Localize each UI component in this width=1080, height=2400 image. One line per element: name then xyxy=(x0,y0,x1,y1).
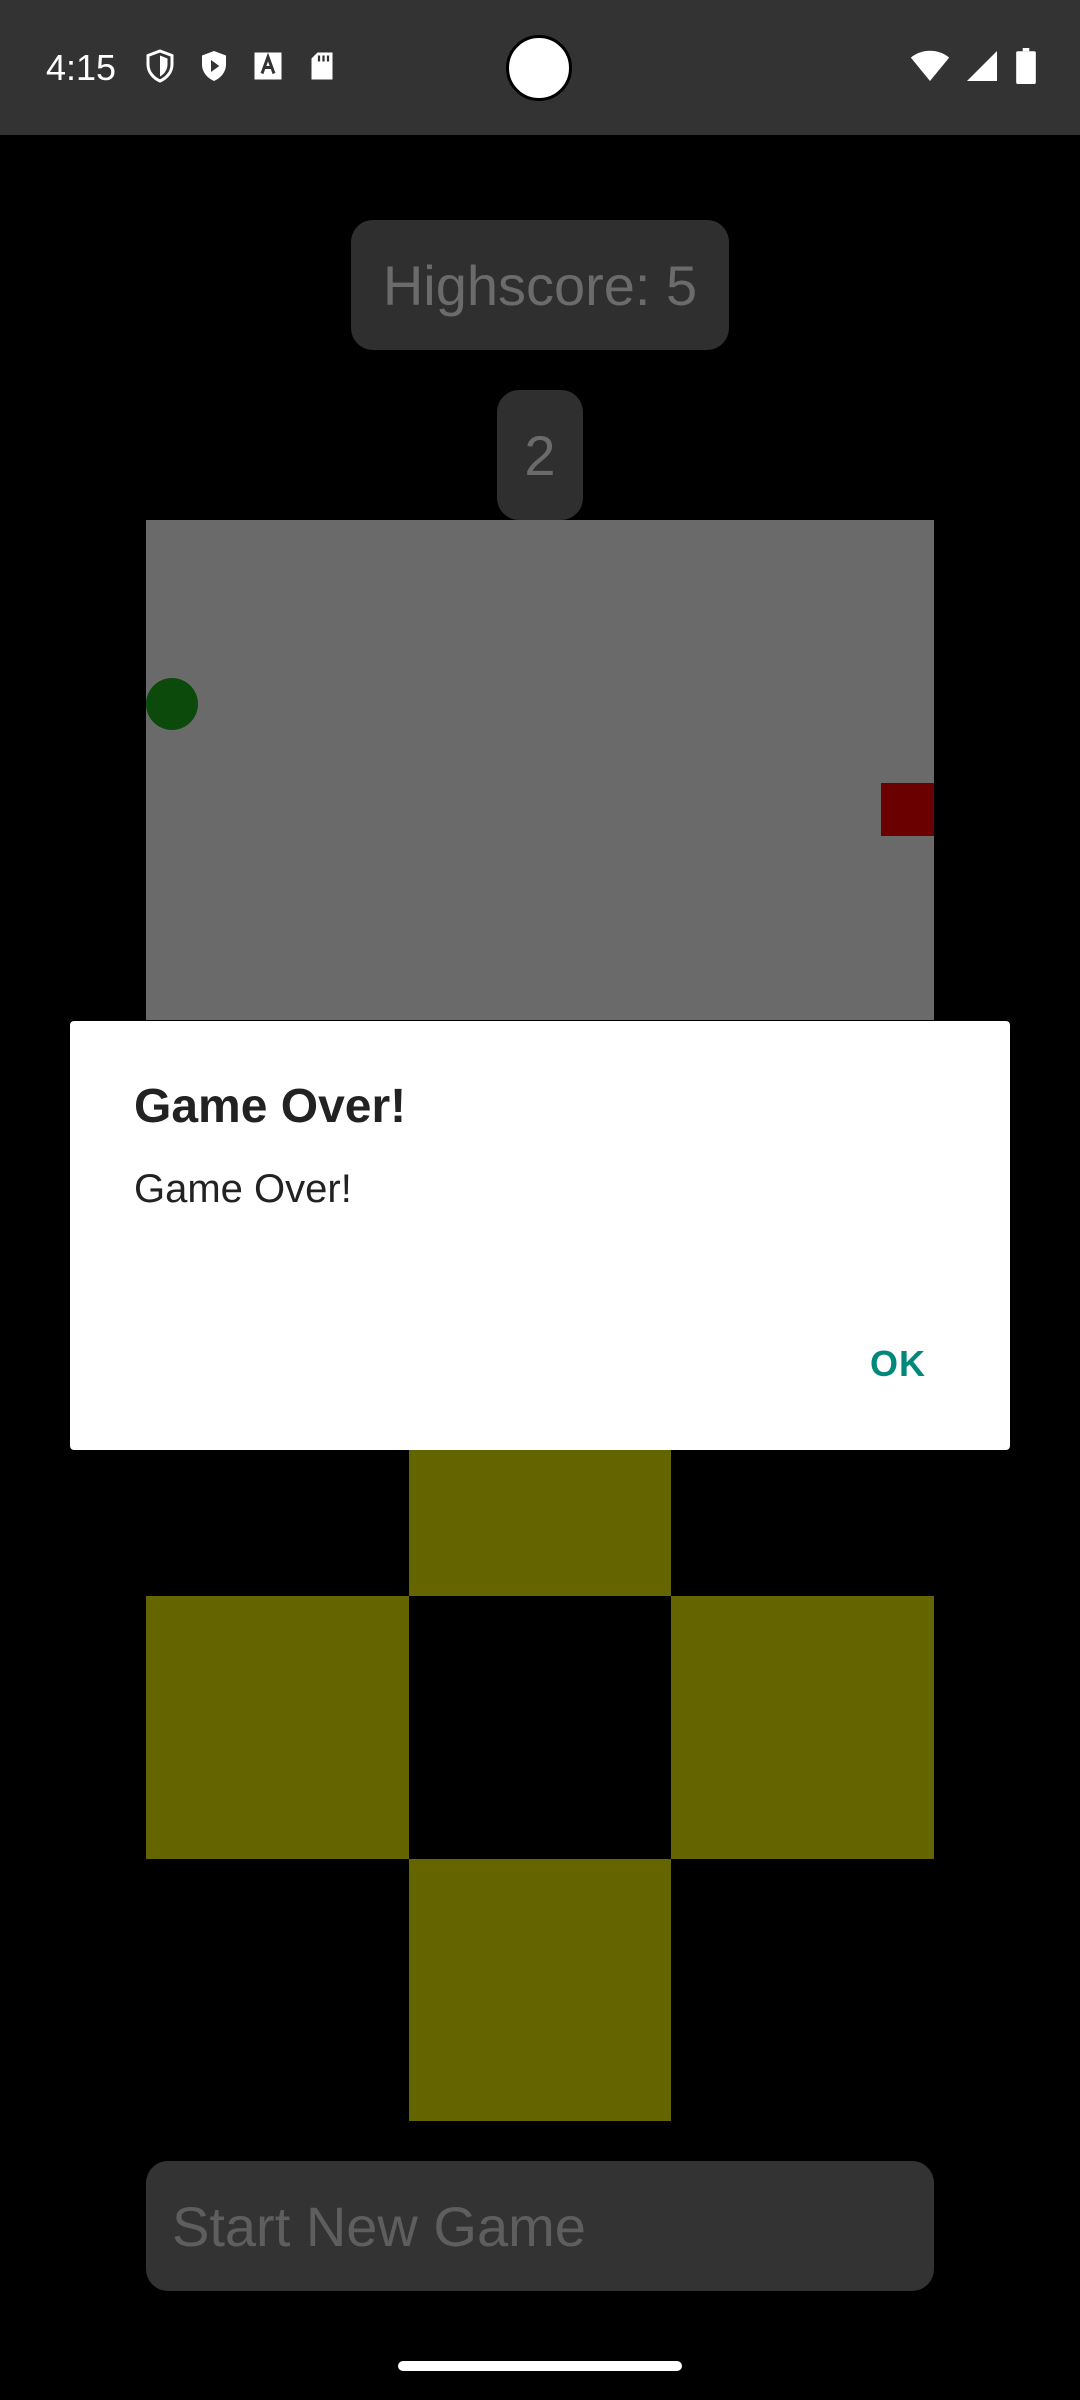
highscore-label: Highscore: 5 xyxy=(351,220,729,350)
food-block xyxy=(881,783,934,836)
status-time: 4:15 xyxy=(46,47,117,88)
shield-icon xyxy=(146,49,174,83)
status-bar: 4:15 xyxy=(0,0,1080,135)
screen: 4:15 Highscore: 5 2 Start New Game Game … xyxy=(0,0,1080,2400)
home-indicator[interactable] xyxy=(398,2361,682,2371)
dialog-title: Game Over! xyxy=(134,1080,407,1133)
current-score: 2 xyxy=(497,390,583,520)
dpad-down-button[interactable] xyxy=(409,1859,671,2121)
battery-icon xyxy=(1016,48,1036,84)
snake-head xyxy=(146,678,198,730)
wifi-icon xyxy=(910,50,950,81)
play-shield-icon xyxy=(202,51,226,81)
sd-card-icon xyxy=(311,52,333,80)
dpad-left-button[interactable] xyxy=(146,1596,409,1859)
game-board xyxy=(146,520,934,1020)
status-icons-right xyxy=(910,48,1038,84)
camera-cutout xyxy=(506,35,572,101)
dpad-right-button[interactable] xyxy=(671,1596,934,1859)
game-over-dialog: Game Over! Game Over! OK xyxy=(70,1021,1010,1450)
text-a-icon xyxy=(254,52,282,80)
start-new-game-button[interactable]: Start New Game xyxy=(146,2161,934,2291)
ok-button[interactable]: OK xyxy=(870,1343,926,1385)
dialog-message: Game Over! xyxy=(134,1167,352,1211)
dpad-up-button[interactable] xyxy=(409,1450,671,1596)
signal-icon xyxy=(967,51,997,81)
status-icons-left xyxy=(142,48,340,84)
